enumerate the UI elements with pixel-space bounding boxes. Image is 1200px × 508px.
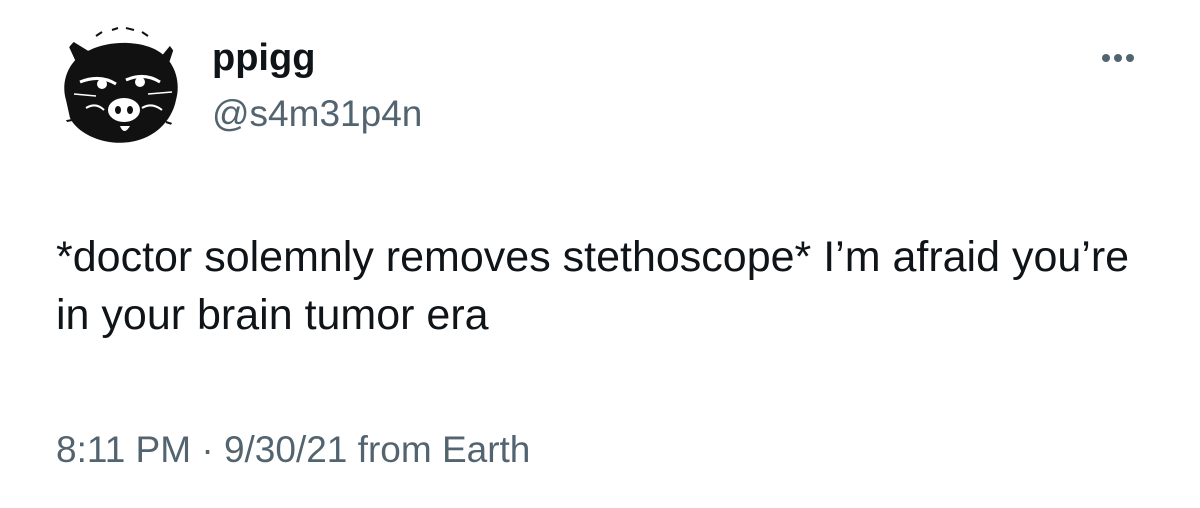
tweet-card: ppigg @s4m31p4n *doctor solemnly removes… [0,0,1200,508]
tweet-source: from Earth [357,429,531,470]
display-name[interactable]: ppigg [212,36,315,80]
tweet-meta: 8:11 PM · 9/30/21 from Earth [56,428,530,472]
tweet-time[interactable]: 8:11 PM [56,429,191,470]
more-options-icon[interactable] [1094,44,1142,74]
meta-separator: · [201,429,214,470]
tweet-date[interactable]: 9/30/21 [224,429,347,470]
tweet-text: *doctor solemnly removes stethoscope* I’… [56,233,1130,339]
user-handle[interactable]: @s4m31p4n [212,92,422,136]
avatar[interactable] [56,22,184,150]
pig-avatar-icon [56,22,184,150]
